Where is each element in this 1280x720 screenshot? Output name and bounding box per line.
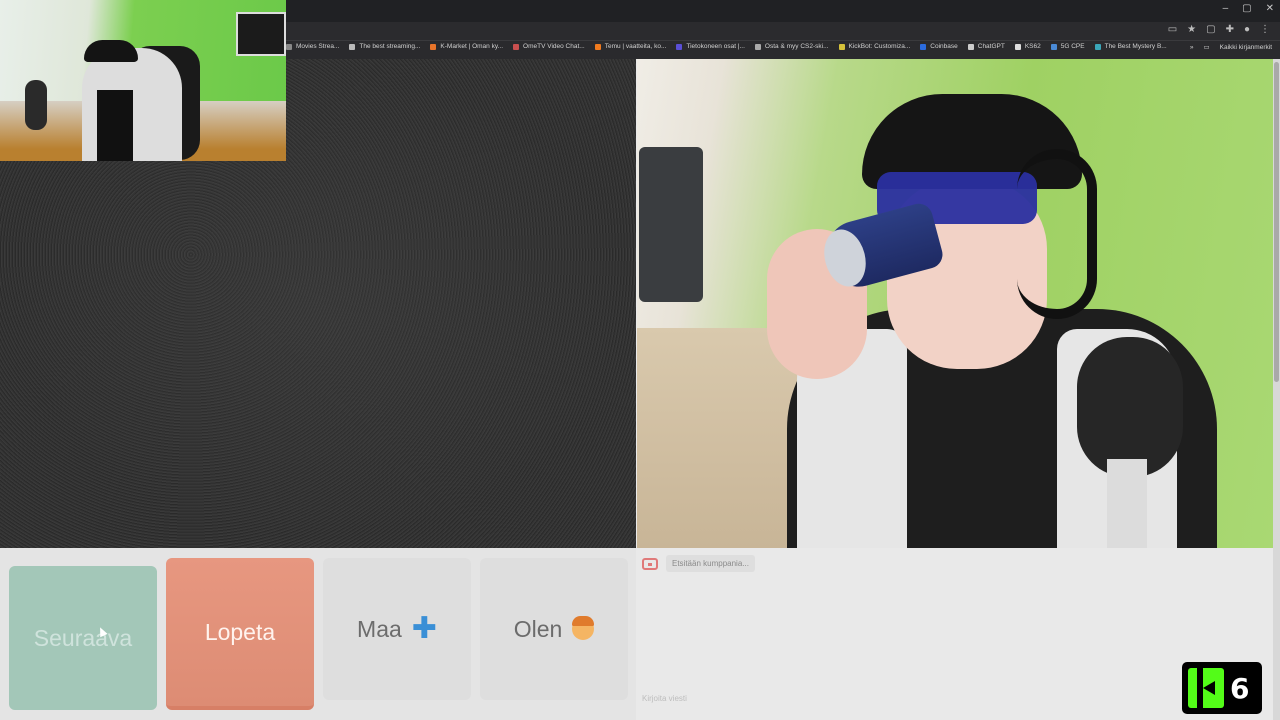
self-camera-video xyxy=(637,59,1273,548)
bookmarks-overflow-button[interactable]: » xyxy=(1190,44,1194,51)
bookmark-favicon-icon xyxy=(676,43,683,50)
kick-k-icon xyxy=(1188,668,1224,708)
bookmark-favicon-icon xyxy=(594,43,601,50)
bookmark-item[interactable]: The best streaming... xyxy=(349,43,420,50)
bookmark-item[interactable]: Movies Strea... xyxy=(286,43,339,50)
bookmark-favicon-icon xyxy=(349,43,356,50)
chat-status: Etsitään kumppania... xyxy=(642,555,755,572)
star-icon[interactable]: ★ xyxy=(1187,24,1196,35)
bookmark-favicon-icon xyxy=(1014,43,1021,50)
gender-button-label: Olen xyxy=(513,615,563,642)
tv-icon xyxy=(642,557,658,570)
bookmark-item[interactable]: KS62 xyxy=(1014,43,1041,50)
bookmark-item[interactable]: K-Market | Oman ky... xyxy=(430,43,503,50)
country-filter-button[interactable]: Maa ✚ xyxy=(323,558,471,700)
bookmark-item[interactable]: 5G CPE xyxy=(1050,43,1085,50)
extensions-icon[interactable]: ▢ xyxy=(1206,24,1215,35)
window-controls: – ▢ ✕ xyxy=(1223,3,1274,14)
kick-logo: 6 xyxy=(1182,662,1262,714)
bookmark-label: Coinbase xyxy=(930,43,958,50)
bookmark-label: ChatGPT xyxy=(977,43,1005,50)
bookmark-favicon-icon xyxy=(1094,43,1101,50)
bookmark-item[interactable]: ChatGPT xyxy=(967,43,1005,50)
bookmark-item[interactable]: KickBot: Customiza... xyxy=(838,43,911,50)
close-button[interactable]: ✕ xyxy=(1266,3,1274,14)
country-button-label: Maa xyxy=(357,615,402,642)
puzzle-icon[interactable]: ✚ xyxy=(1226,24,1234,35)
menu-icon[interactable]: ⋮ xyxy=(1260,24,1270,35)
profile-icon[interactable]: ● xyxy=(1244,24,1250,35)
bookmark-label: The best streaming... xyxy=(359,43,421,50)
bookmark-item[interactable]: Osta & myy CS2-ski... xyxy=(754,43,829,50)
bookmark-label: K-Market | Oman ky... xyxy=(440,43,504,50)
bookmark-favicon-icon xyxy=(1050,43,1057,50)
bookmark-label: The Best Mystery B... xyxy=(1104,43,1167,50)
cast-icon[interactable]: ▭ xyxy=(1168,24,1177,35)
bookmark-favicon-icon xyxy=(430,43,437,50)
bookmark-label: KickBot: Customiza... xyxy=(848,43,911,50)
maximize-button[interactable]: ▢ xyxy=(1242,3,1251,14)
next-button[interactable]: Seuraava xyxy=(9,566,157,710)
bookmark-label: OmeTV Video Chat... xyxy=(523,43,585,50)
bookmark-favicon-icon xyxy=(838,43,845,50)
bookmark-item[interactable]: Coinbase xyxy=(920,43,958,50)
bookmark-label: Tietokoneen osat |... xyxy=(686,43,745,50)
bookmark-label: Temu | vaatteita, ko... xyxy=(604,43,667,50)
gender-select-button[interactable]: Olen xyxy=(480,558,628,700)
chat-panel xyxy=(637,548,1273,720)
bookmark-label: KS62 xyxy=(1024,43,1041,50)
folder-icon: ▭ xyxy=(1203,44,1210,51)
plus-icon: ✚ xyxy=(411,612,437,645)
bookmark-item[interactable]: The Best Mystery B... xyxy=(1094,43,1167,50)
bookmark-label: Movies Strea... xyxy=(296,43,340,50)
streamer-webcam-overlay xyxy=(0,0,286,161)
bookmark-item[interactable]: Tietokoneen osat |... xyxy=(676,43,745,50)
bookmark-favicon-icon xyxy=(967,43,974,50)
bookmark-favicon-icon xyxy=(754,43,761,50)
stop-button[interactable]: Lopeta xyxy=(166,558,314,710)
bookmark-label: Osta & myy CS2-ski... xyxy=(764,43,829,50)
page-scrollbar-thumb[interactable] xyxy=(1274,62,1279,382)
next-button-label: Seuraava xyxy=(33,624,133,651)
bookmark-item[interactable]: Temu | vaatteita, ko... xyxy=(594,43,667,50)
person-emoji-icon xyxy=(572,616,595,640)
minimize-button[interactable]: – xyxy=(1223,3,1229,14)
chat-message-input[interactable]: Kirjoita viesti xyxy=(642,694,687,703)
bookmark-favicon-icon xyxy=(286,43,292,50)
searching-status-text: Etsitään kumppania... xyxy=(666,555,755,572)
bookmark-item[interactable]: OmeTV Video Chat... xyxy=(513,43,585,50)
bookmark-favicon-icon xyxy=(513,43,520,50)
all-bookmarks-button[interactable]: Kaikki kirjanmerkit xyxy=(1220,44,1272,51)
stop-button-label: Lopeta xyxy=(204,618,276,645)
kick-logo-number: 6 xyxy=(1230,671,1250,705)
bookmark-label: 5G CPE xyxy=(1060,43,1085,50)
bookmark-favicon-icon xyxy=(920,43,927,50)
